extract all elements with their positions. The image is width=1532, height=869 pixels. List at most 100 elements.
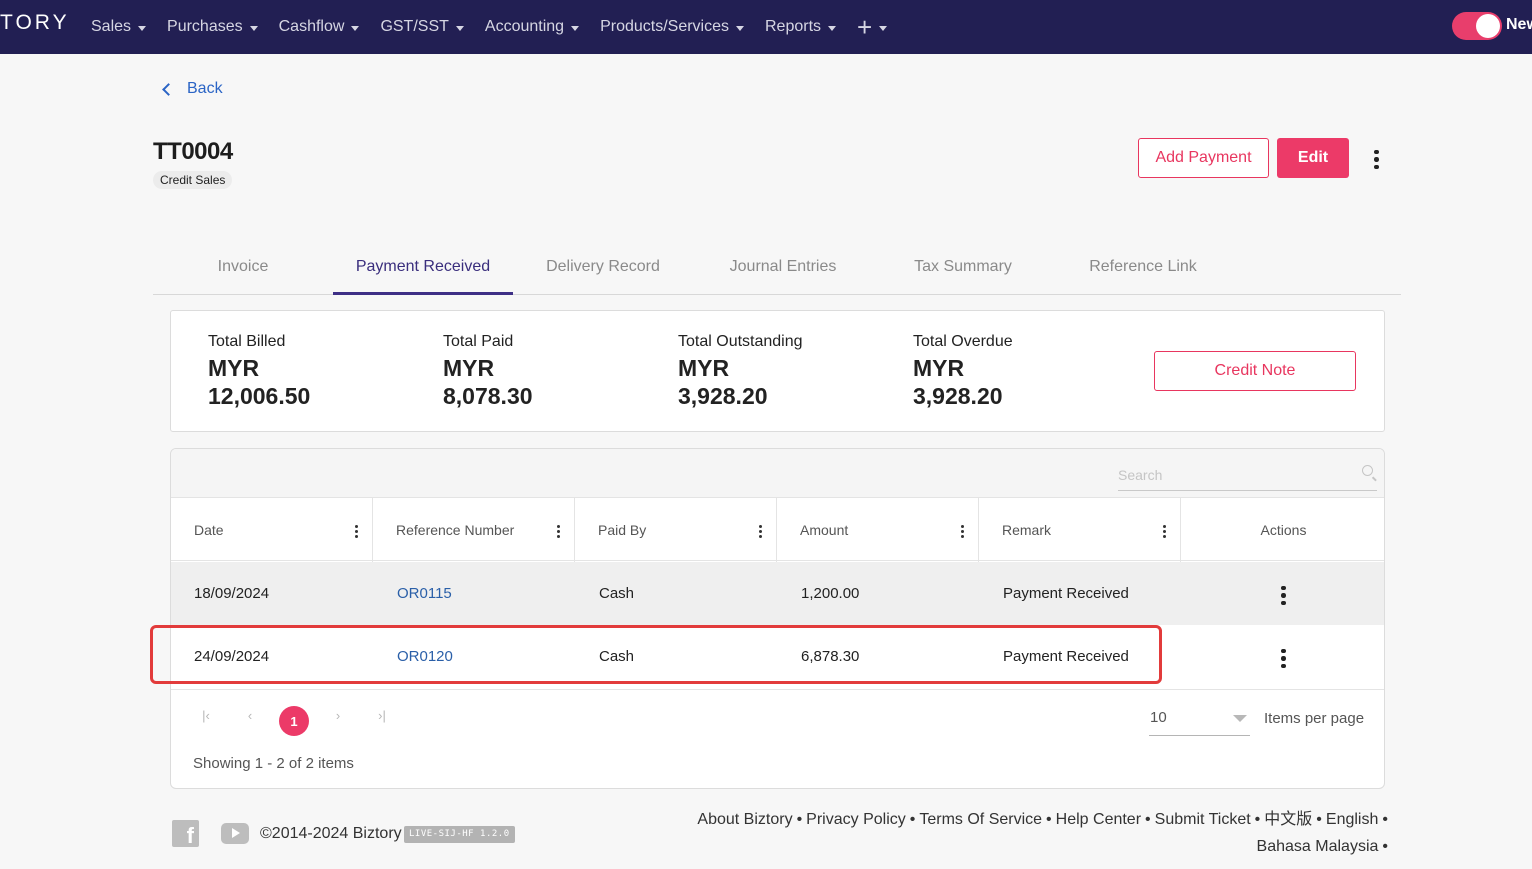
tab-journal-entries[interactable]: Journal Entries xyxy=(693,246,873,294)
chevron-down-icon xyxy=(828,25,837,31)
cell-paid-by: Cash xyxy=(599,585,635,602)
cell-remark: Payment Received xyxy=(1003,585,1129,602)
column-header-label: Actions xyxy=(1260,522,1307,538)
column-header-amount[interactable]: Amount xyxy=(777,498,979,562)
column-menu-icon[interactable] xyxy=(961,524,964,539)
stat-amount: 3,928.20 xyxy=(678,383,768,409)
first-page-icon[interactable]: |‹ xyxy=(196,708,216,723)
chevron-down-icon xyxy=(249,25,258,31)
table-header: Date Reference Number Paid By Amount Rem… xyxy=(171,497,1384,562)
app-logo[interactable]: TORY xyxy=(0,11,70,35)
separator: • xyxy=(1316,811,1322,828)
stat-total-paid: Total Paid MYR 8,078.30 xyxy=(443,333,593,410)
cell-reference-link[interactable]: OR0120 xyxy=(397,625,453,688)
cell-paid-by: Cash xyxy=(599,648,635,665)
cell-date: 18/09/2024 xyxy=(194,585,270,602)
tab-tax-summary[interactable]: Tax Summary xyxy=(873,246,1053,294)
stat-currency: MYR xyxy=(913,355,965,381)
plus-icon: + xyxy=(857,12,873,42)
row-actions-icon[interactable] xyxy=(1281,647,1286,670)
stat-amount: 3,928.20 xyxy=(913,383,1003,409)
table-row[interactable]: 18/09/2024 OR0115 Cash 1,200.00 Payment … xyxy=(171,562,1384,625)
footer-link-privacy[interactable]: Privacy Policy xyxy=(806,811,906,828)
add-payment-button[interactable]: Add Payment xyxy=(1138,138,1269,178)
search-input[interactable] xyxy=(1118,461,1348,489)
version-badge: LIVE-SIJ-HF 1.2.0 xyxy=(404,826,515,843)
nav-item-gst-sst[interactable]: GST/SST xyxy=(380,18,464,36)
edit-button[interactable]: Edit xyxy=(1277,138,1349,178)
back-link[interactable]: Back xyxy=(160,80,223,98)
tab-payment-received[interactable]: Payment Received xyxy=(333,246,513,295)
nav-item-label: Purchases xyxy=(167,18,243,35)
next-page-icon[interactable]: › xyxy=(328,708,348,723)
nav-item-label: Products/Services xyxy=(600,18,729,35)
column-header-date[interactable]: Date xyxy=(171,498,373,562)
nav-item-label: Cashflow xyxy=(278,18,345,35)
items-per-page-value: 10 xyxy=(1150,709,1167,726)
chevron-down-icon xyxy=(879,25,888,31)
top-navbar: TORY Sales Purchases Cashflow GST/SST Ac… xyxy=(0,0,1532,54)
stat-label: Total Overdue xyxy=(913,333,1013,350)
cell-amount: 1,200.00 xyxy=(801,585,860,602)
column-menu-icon[interactable] xyxy=(759,524,762,539)
youtube-icon[interactable] xyxy=(221,823,249,844)
chevron-left-icon xyxy=(162,82,175,96)
search-icon[interactable] xyxy=(1362,465,1373,476)
footer-link-submit-ticket[interactable]: Submit Ticket xyxy=(1155,811,1251,828)
column-menu-icon[interactable] xyxy=(1163,524,1166,539)
tab-invoice[interactable]: Invoice xyxy=(153,246,333,294)
nav-item-label: GST/SST xyxy=(380,18,449,35)
cell-reference-link[interactable]: OR0115 xyxy=(397,562,452,625)
column-header-remark[interactable]: Remark xyxy=(979,498,1181,562)
footer-link-bahasa-malaysia[interactable]: Bahasa Malaysia xyxy=(1257,838,1379,855)
nav-item-purchases[interactable]: Purchases xyxy=(167,18,258,36)
column-header-paid-by[interactable]: Paid By xyxy=(575,498,777,562)
stat-currency: MYR xyxy=(678,355,730,381)
column-header-label: Remark xyxy=(1002,522,1052,538)
table-row[interactable]: 24/09/2024 OR0120 Cash 6,878.30 Payment … xyxy=(171,625,1384,688)
stat-value: MYR 12,006.50 xyxy=(208,354,358,410)
table-toolbar xyxy=(171,449,1384,497)
separator: • xyxy=(1254,811,1261,828)
column-menu-icon[interactable] xyxy=(557,524,560,539)
stat-amount: 12,006.50 xyxy=(208,383,311,409)
copyright-text: ©2014-2024 Biztory xyxy=(260,825,402,842)
nav-item-reports[interactable]: Reports xyxy=(765,18,837,36)
facebook-icon[interactable]: f xyxy=(172,820,199,847)
nav-item-sales[interactable]: Sales xyxy=(91,18,147,36)
credit-note-button[interactable]: Credit Note xyxy=(1154,351,1356,391)
nav-item-accounting[interactable]: Accounting xyxy=(485,18,580,36)
nav-item-cashflow[interactable]: Cashflow xyxy=(279,18,360,36)
column-menu-icon[interactable] xyxy=(355,524,358,539)
footer-link-terms[interactable]: Terms Of Service xyxy=(919,811,1042,828)
status-badge: Credit Sales xyxy=(153,171,233,189)
footer-link-about[interactable]: About Biztory xyxy=(697,811,792,828)
footer-link-help-center[interactable]: Help Center xyxy=(1056,811,1141,828)
stat-amount: 8,078.30 xyxy=(443,383,533,409)
page-button-current[interactable]: 1 xyxy=(279,706,309,736)
footer-link-chinese[interactable]: 中文版 xyxy=(1264,811,1312,828)
new-ui-toggle[interactable] xyxy=(1452,12,1502,40)
stat-value: MYR 3,928.20 xyxy=(678,354,828,410)
column-header-label: Amount xyxy=(800,522,849,538)
column-header-label: Reference Number xyxy=(396,522,515,538)
toggle-label: New xyxy=(1506,16,1532,33)
nav-quick-add[interactable]: + xyxy=(857,12,888,42)
more-options-icon[interactable] xyxy=(1374,148,1379,171)
stat-total-overdue: Total Overdue MYR 3,928.20 xyxy=(913,333,1063,410)
footer-link-english[interactable]: English xyxy=(1326,811,1378,828)
separator: • xyxy=(1382,811,1388,828)
nav-item-products-services[interactable]: Products/Services xyxy=(600,18,744,36)
separator: • xyxy=(1046,811,1052,828)
stat-label: Total Billed xyxy=(208,333,286,350)
column-header-reference-number[interactable]: Reference Number xyxy=(373,498,575,562)
items-per-page-select[interactable]: 10 xyxy=(1149,706,1250,736)
pagination: |‹ ‹ 1 › ›| 10 Items per page Showing 1 … xyxy=(171,689,1384,788)
prev-page-icon[interactable]: ‹ xyxy=(240,708,260,723)
cell-amount: 6,878.30 xyxy=(801,648,860,665)
last-page-icon[interactable]: ›| xyxy=(372,708,392,723)
stat-total-billed: Total Billed MYR 12,006.50 xyxy=(208,333,358,410)
tab-delivery-record[interactable]: Delivery Record xyxy=(513,246,693,294)
row-actions-icon[interactable] xyxy=(1281,584,1286,607)
tab-reference-link[interactable]: Reference Link xyxy=(1053,246,1233,294)
